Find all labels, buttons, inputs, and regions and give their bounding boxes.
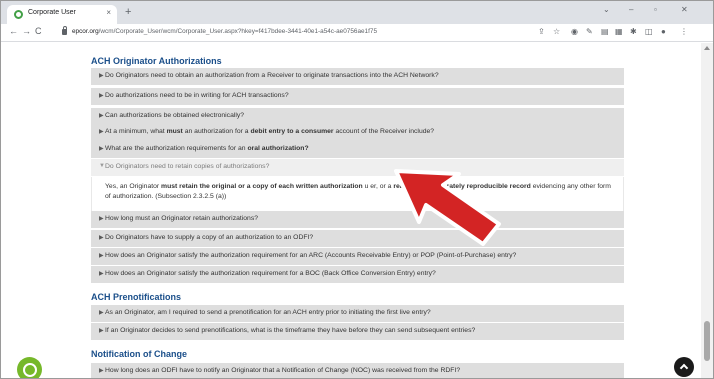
faq-question: Do authorizations need to be in writing … — [105, 92, 289, 99]
faq-item-open[interactable]: ▼ Do Originators need to retain copies o… — [91, 159, 624, 176]
scrollbar-thumb[interactable] — [704, 321, 710, 361]
chevron-right-icon: ▶ — [99, 73, 104, 79]
faq-item[interactable]: ▶ Can authorizations be obtained electro… — [91, 108, 624, 125]
address-bar[interactable]: epcor.org/wcm/Corporate_User/wcm/Corpora… — [54, 26, 534, 40]
share-icon[interactable]: ⇪ — [538, 27, 545, 36]
faq-item[interactable]: ▶ Do authorizations need to be in writin… — [91, 88, 624, 105]
section-title-notification-of-change: Notification of Change — [91, 349, 187, 359]
back-button[interactable]: ← — [9, 26, 18, 36]
faq-question: Do Originators have to supply a copy of … — [105, 234, 314, 241]
chevron-right-icon: ▶ — [99, 216, 104, 222]
section-title-prenotifications: ACH Prenotifications — [91, 292, 182, 302]
scroll-up-arrow-icon[interactable] — [704, 46, 710, 50]
faq-item[interactable]: ▶ As an Originator, am I required to sen… — [91, 305, 624, 322]
faq-item[interactable]: ▶ Do Originators need to obtain an autho… — [91, 68, 624, 85]
chevron-right-icon: ▶ — [99, 328, 104, 334]
scroll-to-top-button[interactable] — [674, 357, 694, 377]
grid-icon[interactable]: ▦ — [615, 27, 623, 36]
new-tab-button[interactable]: + — [125, 6, 131, 18]
faq-question: What are the authorization requirements … — [105, 145, 309, 152]
faq-question: Can authorizations be obtained electroni… — [105, 112, 245, 119]
chevron-right-icon: ▶ — [99, 310, 104, 316]
extension-icon[interactable]: ▤ — [601, 27, 609, 36]
minimize-button[interactable]: – — [629, 5, 633, 14]
faq-item[interactable]: ▶ At a minimum, what must an authorizati… — [91, 124, 624, 141]
bookmark-star-icon[interactable]: ☆ — [553, 27, 560, 36]
tab-close-icon[interactable]: × — [106, 8, 111, 17]
section-title-originator-authorizations: ACH Originator Authorizations — [91, 56, 222, 66]
pen-icon[interactable]: ✎ — [586, 27, 593, 36]
chevron-right-icon: ▶ — [99, 129, 104, 135]
sidebar-icon[interactable]: ◫ — [645, 27, 653, 36]
tab-search-icon[interactable]: ⌄ — [603, 5, 610, 14]
chevron-right-icon: ▶ — [99, 113, 104, 119]
page-viewport: ACH Originator Authorizations ▶ Do Origi… — [1, 43, 703, 378]
faq-question: At a minimum, what must an authorization… — [105, 128, 435, 135]
chat-button[interactable] — [17, 357, 42, 378]
page-scrollbar[interactable] — [701, 43, 713, 378]
faq-item[interactable]: ▶ If an Originator decides to send preno… — [91, 323, 624, 340]
url-text[interactable]: epcor.org/wcm/Corporate_User/wcm/Corpora… — [72, 28, 377, 35]
faq-item[interactable]: ▶ How does an Originator satisfy the aut… — [91, 266, 624, 283]
tab-strip: Corporate User × + ⌄ – ▫ ✕ — [1, 1, 713, 24]
reload-button[interactable]: C — [35, 26, 42, 36]
chevron-right-icon: ▶ — [99, 235, 104, 241]
chevron-right-icon: ▶ — [99, 93, 104, 99]
faq-question: Do Originators need to retain copies of … — [105, 163, 270, 170]
faq-item[interactable]: ▶ How long does an ODFI have to notify a… — [91, 363, 624, 378]
faq-question: Do Originators need to obtain an authori… — [105, 72, 439, 79]
tab-title: Corporate User — [28, 9, 76, 16]
faq-question: How does an Originator satisfy the autho… — [105, 270, 436, 277]
maximize-button[interactable]: ▫ — [654, 5, 657, 14]
shield-icon[interactable]: ◉ — [571, 27, 578, 36]
lock-icon[interactable] — [62, 26, 67, 35]
forward-button[interactable]: → — [22, 26, 31, 36]
profile-icon[interactable]: ● — [661, 27, 666, 36]
faq-item[interactable]: ▶ How long must an Originator retain aut… — [91, 211, 624, 228]
faq-answer-text: Yes, an Originator must retain the origi… — [105, 183, 611, 200]
faq-item[interactable]: ▶ Do Originators have to supply a copy o… — [91, 230, 624, 247]
chevron-right-icon: ▶ — [99, 271, 104, 277]
faq-item[interactable]: ▶ How does an Originator satisfy the aut… — [91, 248, 624, 265]
close-window-button[interactable]: ✕ — [681, 5, 688, 14]
tab-corporate-user[interactable]: Corporate User × — [7, 5, 117, 24]
faq-question: How long does an ODFI have to notify an … — [105, 367, 461, 374]
faq-item[interactable]: ▶ What are the authorization requirement… — [91, 141, 624, 158]
browser-window: Corporate User × + ⌄ – ▫ ✕ ← → C epcor.o… — [0, 0, 714, 379]
favicon-icon — [14, 10, 23, 19]
faq-question: If an Originator decides to send prenoti… — [105, 327, 476, 334]
chevron-right-icon: ▶ — [99, 368, 104, 374]
faq-question: As an Originator, am I required to send … — [105, 309, 431, 316]
chevron-right-icon: ▶ — [99, 146, 104, 152]
faq-question: How does an Originator satisfy the autho… — [105, 252, 517, 259]
chevron-right-icon: ▶ — [99, 253, 104, 259]
faq-question: How long must an Originator retain autho… — [105, 215, 259, 222]
puzzle-icon[interactable]: ✱ — [630, 27, 637, 36]
faq-answer: Yes, an Originator must retain the origi… — [91, 177, 624, 212]
browser-toolbar: ← → C epcor.org/wcm/Corporate_User/wcm/C… — [1, 24, 713, 42]
menu-icon[interactable]: ⋮ — [680, 27, 688, 36]
